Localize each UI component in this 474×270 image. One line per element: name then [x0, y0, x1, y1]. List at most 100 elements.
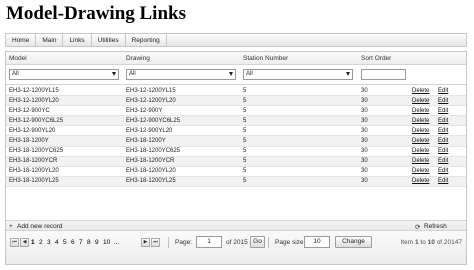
- drawing-cell: EH3-12-900YC6L25: [126, 117, 181, 124]
- station-cell: 5: [243, 137, 247, 144]
- page-label: Page:: [175, 239, 192, 246]
- table-row[interactable]: EH3-18-1200YL20 EH3-18-1200YL20 5 30 Delete E…: [6, 167, 466, 177]
- model-cell: EH3-12-1200YL15: [9, 87, 59, 94]
- sort-order-cell: 30: [361, 117, 368, 124]
- model-cell: EH3-18-1200Y: [9, 137, 49, 144]
- last-page-button[interactable]: ⏭: [151, 238, 160, 247]
- refresh-button[interactable]: Refresh: [424, 223, 447, 230]
- model-cell: EH3-12-1200YL20: [9, 97, 59, 104]
- page-title: Model-Drawing Links: [6, 3, 186, 24]
- drawing-cell: EH3-18-1200YC625: [126, 148, 181, 155]
- station-filter-select[interactable]: All: [243, 69, 353, 80]
- column-header-model[interactable]: Model: [9, 55, 27, 62]
- drawing-cell: EH3-12-1200YL15: [126, 87, 176, 94]
- sort-order-filter-input[interactable]: [361, 69, 406, 80]
- edit-link[interactable]: Edit: [438, 88, 448, 94]
- page-number-link[interactable]: 5: [63, 239, 67, 246]
- page-number-link[interactable]: 9: [95, 239, 99, 246]
- page-size-input[interactable]: 10: [304, 236, 330, 248]
- page-number-link[interactable]: 1: [31, 239, 35, 246]
- item-info-end: 10: [427, 239, 435, 246]
- delete-link[interactable]: Delete: [412, 108, 429, 114]
- next-page-button[interactable]: ▶: [141, 238, 150, 247]
- item-info-to: to: [420, 239, 426, 246]
- table-row[interactable]: EH3-12-900YC EH3-12-900Y 5 30 Delete Edit: [6, 106, 466, 117]
- edit-link[interactable]: Edit: [438, 128, 448, 134]
- edit-link[interactable]: Edit: [438, 158, 448, 164]
- sort-order-cell: 30: [361, 97, 368, 104]
- drawing-cell: EH3-12-1200YL20: [126, 97, 176, 104]
- drawing-filter-select[interactable]: All: [126, 69, 236, 80]
- page-number-link[interactable]: 6: [71, 239, 75, 246]
- edit-link[interactable]: Edit: [438, 178, 448, 184]
- model-cell: EH3-18-1200YL20: [9, 168, 59, 175]
- drawing-cell: EH3-12-900Y: [126, 107, 163, 114]
- page-number-link[interactable]: 4: [55, 239, 59, 246]
- model-cell: EH3-12-900YC: [9, 107, 50, 114]
- page-number-link[interactable]: 10: [103, 239, 110, 246]
- model-cell: EH3-18-1200YC625: [9, 148, 64, 155]
- page-input[interactable]: 1: [196, 236, 222, 248]
- change-page-size-button[interactable]: Change: [335, 236, 372, 248]
- menu-item-utilities[interactable]: Utilities: [92, 34, 126, 46]
- go-button[interactable]: Go: [250, 236, 265, 248]
- menu-item-home[interactable]: Home: [6, 34, 37, 46]
- model-cell: EH3-12-900YL20: [9, 127, 56, 134]
- menu-item-links[interactable]: Links: [63, 34, 92, 46]
- column-header-drawing[interactable]: Drawing: [126, 55, 150, 62]
- table-row[interactable]: EH3-12-1200YL15 EH3-12-1200YL15 5 30 Delete E…: [6, 86, 466, 97]
- add-icon[interactable]: +: [9, 223, 13, 230]
- model-cell: EH3-12-900YC6L25: [9, 117, 64, 124]
- drawing-cell: EH3-18-1200YL20: [126, 168, 176, 175]
- pager-divider: [268, 237, 269, 248]
- table-row[interactable]: EH3-12-1200YL20 EH3-12-1200YL20 5 30 Delete E…: [6, 96, 466, 107]
- refresh-icon[interactable]: ⟳: [415, 223, 420, 231]
- edit-link[interactable]: Edit: [438, 118, 448, 124]
- edit-link[interactable]: Edit: [438, 168, 448, 174]
- table-row[interactable]: EH3-18-1200YCR EH3-18-1200YCR 5 30 Delete Edi…: [6, 156, 466, 167]
- drawing-cell: EH3-18-1200YCR: [126, 158, 175, 165]
- station-cell: 5: [243, 97, 247, 104]
- add-new-record-button[interactable]: Add new record: [17, 223, 63, 230]
- page-number-link[interactable]: 7: [79, 239, 83, 246]
- sort-order-cell: 30: [361, 127, 368, 134]
- edit-link[interactable]: Edit: [438, 138, 448, 144]
- drawing-cell: EH3-18-1200YL25: [126, 178, 176, 185]
- page-number-link[interactable]: ...: [114, 239, 119, 246]
- delete-link[interactable]: Delete: [412, 138, 429, 144]
- table-row[interactable]: EH3-12-900YL20 EH3-12-900YL20 5 30 Delete Edi…: [6, 126, 466, 137]
- table-row[interactable]: EH3-18-1200YL25 EH3-18-1200YL25 5 30 Delete E…: [6, 176, 466, 187]
- edit-link[interactable]: Edit: [438, 98, 448, 104]
- delete-link[interactable]: Delete: [412, 178, 429, 184]
- table-row[interactable]: EH3-18-1200YC625 EH3-18-1200YC625 5 30 Delet…: [6, 147, 466, 157]
- page-number-link[interactable]: 2: [39, 239, 43, 246]
- column-header-sort-order[interactable]: Sort Order: [361, 55, 391, 62]
- command-bar: + Add new record ⟳ Refresh: [6, 220, 466, 231]
- chevron-down-icon: [112, 72, 116, 76]
- sort-order-cell: 30: [361, 107, 368, 114]
- model-filter-select[interactable]: All: [9, 69, 119, 80]
- filter-row: All All All: [6, 65, 466, 85]
- menu-item-reporting[interactable]: Reporting: [126, 34, 167, 46]
- previous-page-button[interactable]: ◀: [20, 238, 29, 247]
- delete-link[interactable]: Delete: [412, 128, 429, 134]
- item-info-total: of 20147: [436, 239, 462, 246]
- menu-item-main[interactable]: Main: [36, 34, 64, 46]
- page-number-link[interactable]: 3: [47, 239, 51, 246]
- model-filter-value: All: [12, 71, 19, 77]
- column-header-station-number[interactable]: Station Number: [243, 55, 288, 62]
- delete-link[interactable]: Delete: [412, 118, 429, 124]
- edit-link[interactable]: Edit: [438, 148, 448, 154]
- table-row[interactable]: EH3-18-1200Y EH3-18-1200Y 5 30 Delete Edit: [6, 136, 466, 147]
- delete-link[interactable]: Delete: [412, 158, 429, 164]
- table-row[interactable]: EH3-12-900YC6L25 EH3-12-900YC6L25 5 30 Delet…: [6, 116, 466, 127]
- delete-link[interactable]: Delete: [412, 168, 429, 174]
- first-page-button[interactable]: ⏮: [10, 238, 19, 247]
- page-number-link[interactable]: 8: [87, 239, 91, 246]
- edit-link[interactable]: Edit: [438, 108, 448, 114]
- delete-link[interactable]: Delete: [412, 88, 429, 94]
- station-cell: 5: [243, 87, 247, 94]
- delete-link[interactable]: Delete: [412, 148, 429, 154]
- delete-link[interactable]: Delete: [412, 98, 429, 104]
- sort-order-cell: 30: [361, 178, 368, 185]
